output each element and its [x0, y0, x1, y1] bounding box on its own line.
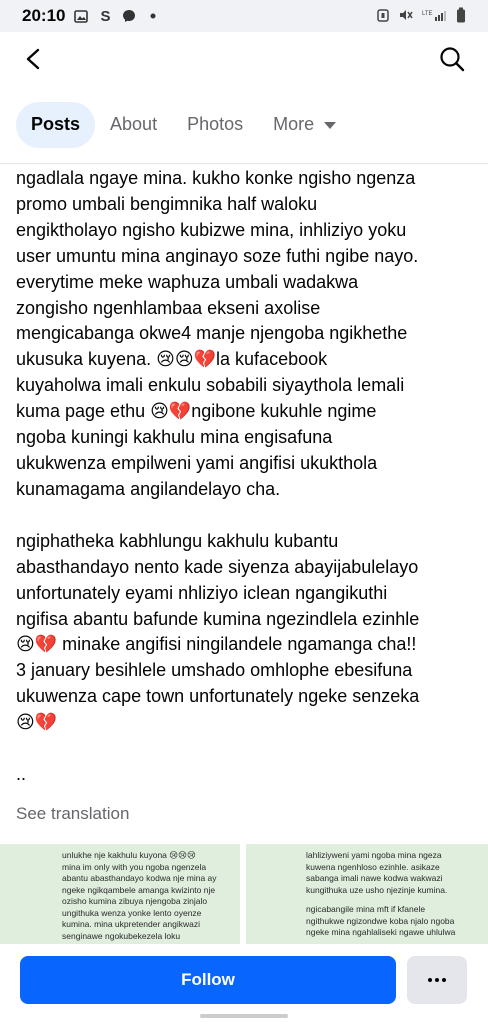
tab-posts[interactable]: Posts [16, 101, 96, 148]
photo-text-line: lahliziyweni yami ngoba mina ngeza [306, 850, 442, 860]
battery-icon [456, 7, 466, 26]
post-line: 😢💔 [16, 712, 58, 733]
post-line: kunamagama angilandelayo cha. [16, 478, 281, 499]
post-line: mengicabanga okwe4 manje njengoba ngikhe… [16, 323, 408, 344]
status-bar: 20:10 S LTE [0, 0, 488, 32]
post-line: ngadlala ngaye mina. kukho konke ngisho … [16, 168, 416, 188]
tab-photos-label: Photos [187, 114, 244, 134]
post-line: ukuwenza cape town unfortunately ngeke s… [16, 686, 420, 707]
post-line: abasthandayo nento kade siyenza abayijab… [16, 556, 419, 577]
search-icon [440, 47, 465, 72]
photo-text-line: unlukhe nje kakhulu kuyona 😢😢😢 [62, 850, 196, 860]
status-left: 20:10 S [22, 6, 161, 26]
status-time: 20:10 [22, 6, 66, 25]
tab-posts-label: Posts [31, 114, 81, 134]
photo-text-line: mina im only with you ngoba ngenzela [62, 861, 207, 872]
gallery-icon [73, 8, 89, 24]
post-paragraph-2: ngiphatheka kabhlungu kakhulu kubantu ab… [16, 529, 476, 736]
post-content: ngadlala ngaye mina. kukho konke ngisho … [0, 164, 488, 844]
status-right: LTE [376, 7, 466, 26]
photo-text-line: kuwena ngenhloso ezinhle. asikaze [306, 861, 440, 872]
photo-text-gap [306, 896, 478, 904]
alarm-icon [376, 8, 390, 25]
photo-text-line: abantu abasthandayo kodwa nje mina ay [62, 873, 217, 883]
tab-photos[interactable]: Photos [172, 102, 258, 148]
photo-text-line: ngeke mina ngahlaliseki ngawe uhlulwa [306, 927, 456, 937]
post-photo-1[interactable]: unlukhe nje kakhulu kuyona 😢😢😢 mina im o… [0, 844, 240, 944]
back-button[interactable] [16, 41, 52, 77]
post-line: 😢💔 minake angifisi ningilandele ngamanga… [16, 634, 417, 655]
photo-text-line: ozisho kumina zibuya njengoba zinjalo [62, 896, 208, 906]
mute-icon [398, 8, 414, 25]
post-line: user umuntu mina anginayo soze futhi ngi… [16, 245, 419, 266]
see-translation-link[interactable]: See translation [16, 804, 129, 824]
post-line: ukukwenza empilweni yami angifisi ukukth… [16, 452, 378, 473]
post-photo-2[interactable]: lahliziyweni yami ngoba mina ngeza kuwen… [246, 844, 488, 944]
post-line: ngifisa abantu bafunde kumina ngezindlel… [16, 608, 420, 629]
home-indicator [200, 1014, 288, 1018]
tab-more[interactable]: More [258, 102, 351, 148]
signal-bars-icon: LTE [422, 8, 448, 25]
svg-text:LTE: LTE [422, 11, 433, 17]
post-line: unfortunately eyami nhliziyo iclean ngan… [16, 582, 388, 603]
post-line: ngiphatheka kabhlungu kakhulu kubantu [16, 530, 339, 551]
more-options-button[interactable] [407, 956, 467, 1004]
tab-about-label: About [110, 114, 158, 134]
tab-more-label: More [273, 114, 315, 134]
photo-text-line: ungithuka wenza yonke lento oyenze [62, 907, 202, 918]
post-photos: unlukhe nje kakhulu kuyona 😢😢😢 mina im o… [0, 844, 488, 944]
top-app-bar [0, 32, 488, 86]
post-line: 3 january besihlele umshado omhlophe ebe… [16, 660, 413, 681]
photo-text-line: kumina. mina ukpretender angikwazi [62, 919, 200, 929]
post-line: engiktholayo ngisho kubizwe mina, inhliz… [16, 219, 407, 240]
messenger-icon [121, 8, 137, 24]
post-line: zongisho ngenhlambaa ekseni axolise [16, 297, 321, 318]
post-line: ukusuka kuyena. 😢😢💔la kufacebook [16, 349, 328, 370]
post-ellipsis: .. [16, 764, 27, 785]
post-line: everytime meke waphuza umbali wadakwa [16, 271, 359, 292]
tab-about[interactable]: About [95, 102, 172, 148]
post-paragraph-1: ngadlala ngaye mina. kukho konke ngisho … [16, 166, 476, 503]
search-button[interactable] [434, 41, 470, 77]
photo-text-line: ngeke ngikqambele amanga kwizinto nje [62, 884, 216, 895]
profile-tabs: Posts About Photos More [0, 86, 488, 164]
chevron-down-icon [324, 122, 337, 129]
more-dots-icon [428, 978, 446, 982]
photo-text-line: ngithukwe ngizondwe koba njalo ngoba [306, 915, 455, 926]
back-arrow-icon [26, 48, 40, 70]
post-line: kuma page ethu 😢💔ngibone kukuhle ngime [16, 401, 377, 422]
photo-text-line: ngicabangile mina mft if kfanele [306, 904, 426, 914]
dot-icon [145, 8, 161, 24]
photo-text-line: senginawe ngokubekezela loku [62, 930, 181, 941]
photo-text-line: kungithuka uze usho njezinje kumina. [306, 884, 448, 895]
bottom-action-bar: Follow [0, 944, 488, 1024]
post-line: promo umbali bengimnika half waloku [16, 193, 318, 214]
post-line: kuyaholwa imali enkulu sobabili siyaytho… [16, 375, 405, 396]
follow-button[interactable]: Follow [20, 956, 396, 1004]
post-text[interactable]: ngadlala ngaye mina. kukho konke ngisho … [16, 166, 476, 788]
s-letter-icon: S [100, 7, 111, 25]
post-line: ngoba kuningi kakhulu mina engisafuna [16, 427, 333, 448]
photo-text-line: sabanga imali nawe kodwa wakwazi [306, 873, 443, 883]
